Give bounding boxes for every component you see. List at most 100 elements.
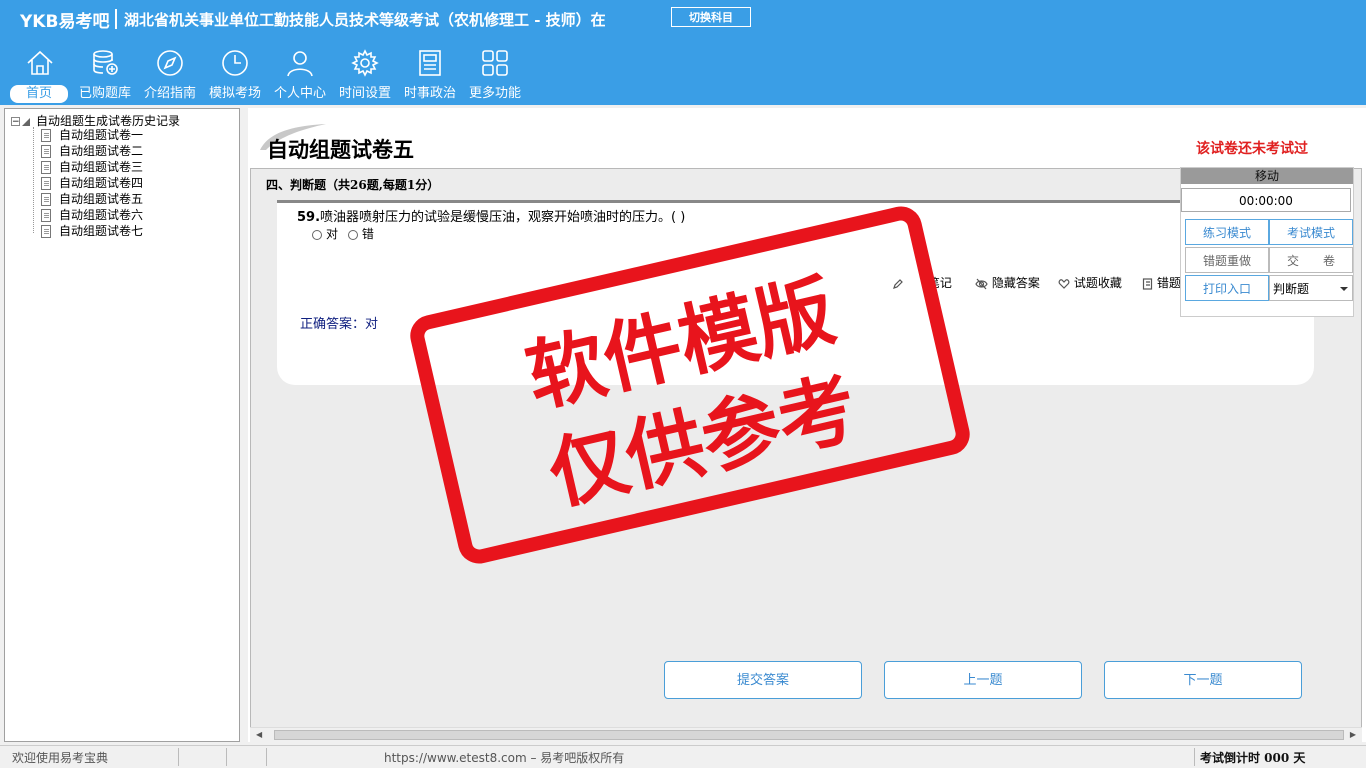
radio-true[interactable] bbox=[312, 229, 322, 240]
favorite-label: 试题收藏 bbox=[1073, 276, 1122, 290]
question-number: 59. bbox=[297, 210, 321, 225]
tree-item-paper-3[interactable]: 自动组题试卷三 bbox=[41, 159, 143, 175]
option-false-label: 错 bbox=[361, 227, 374, 241]
wrong-question-label: 错题 bbox=[1156, 276, 1181, 290]
answer-value: 对 bbox=[365, 317, 379, 332]
next-question-button[interactable]: 下一题 bbox=[1104, 661, 1302, 699]
status-divider bbox=[226, 748, 227, 766]
document-icon bbox=[41, 177, 51, 190]
collapse-icon[interactable]: − bbox=[11, 117, 20, 127]
nav-purchased-banks[interactable]: 已购题库 bbox=[73, 45, 137, 105]
correct-answer: 正确答案：对 bbox=[300, 313, 378, 332]
scroll-left-icon[interactable]: ◀ bbox=[256, 730, 262, 739]
app-title: 湖北省机关事业单位工勤技能人员技术等级考试（农机修理工 - 技师）在 bbox=[124, 11, 606, 29]
nav-mock-exam[interactable]: 模拟考场 bbox=[203, 45, 267, 105]
eye-off-icon bbox=[975, 278, 988, 289]
previous-question-button[interactable]: 上一题 bbox=[884, 661, 1082, 699]
tree-item-label: 自动组题试卷四 bbox=[59, 176, 144, 190]
nav-home-label: 首页 bbox=[10, 85, 68, 103]
status-divider bbox=[178, 748, 179, 766]
favorite-tool[interactable]: 试题收藏 bbox=[1058, 274, 1122, 291]
home-icon bbox=[27, 50, 53, 75]
document-icon bbox=[41, 145, 51, 158]
hide-answer-label: 隐藏答案 bbox=[991, 276, 1040, 290]
question-card bbox=[277, 200, 1314, 385]
document-icon bbox=[41, 161, 51, 174]
print-entry-button[interactable]: 打印入口 bbox=[1185, 275, 1269, 301]
user-icon bbox=[287, 51, 313, 77]
notebook-icon bbox=[1142, 277, 1153, 290]
horizontal-scrollbar[interactable]: ◀ ▶ bbox=[250, 727, 1362, 742]
radio-false[interactable] bbox=[347, 229, 358, 240]
document-edit-icon bbox=[41, 193, 51, 206]
tree-item-paper-4[interactable]: 自动组题试卷四 bbox=[41, 175, 143, 191]
exam-mode-button[interactable]: 考试模式 bbox=[1269, 219, 1353, 245]
logo-divider bbox=[115, 9, 117, 29]
history-tree: − 自动组题生成试卷历史记录 自动组题试卷一 自动组题试卷二 自动组题试卷三 自动… bbox=[4, 108, 240, 742]
nav-more[interactable]: 更多功能 bbox=[463, 45, 527, 105]
folder-triangle-icon bbox=[22, 117, 30, 126]
database-icon bbox=[93, 50, 118, 75]
switch-subject-button[interactable]: 切换科目 bbox=[671, 7, 751, 27]
answer-options: 对 错 bbox=[312, 225, 380, 242]
status-bar: 欢迎使用易考宝典 https://www.etest8.com – 易考吧版权所… bbox=[0, 745, 1366, 768]
practice-mode-button[interactable]: 练习模式 bbox=[1185, 219, 1269, 245]
option-false[interactable]: 错 bbox=[347, 227, 374, 241]
answer-label: 正确答案： bbox=[300, 317, 366, 332]
tree-item-label: 自动组题试卷三 bbox=[59, 160, 144, 174]
tree-item-paper-1[interactable]: 自动组题试卷一 bbox=[41, 127, 143, 143]
chevron-down-icon bbox=[1340, 287, 1348, 291]
nav-politics[interactable]: 时事政治 bbox=[398, 45, 462, 105]
nav-guide-label: 介绍指南 bbox=[143, 86, 196, 101]
document-icon bbox=[41, 225, 51, 238]
tree-children: 自动组题试卷一 自动组题试卷二 自动组题试卷三 自动组题试卷四 自动组题试卷五 … bbox=[41, 127, 143, 239]
pencil-icon bbox=[893, 278, 903, 289]
grid-icon bbox=[482, 50, 508, 76]
tree-item-paper-6[interactable]: 自动组题试卷六 bbox=[41, 207, 143, 223]
question-type-select[interactable]: 判断题 bbox=[1269, 275, 1353, 301]
nav-guide[interactable]: 介绍指南 bbox=[138, 45, 202, 105]
hide-answer-tool[interactable]: 隐藏答案 bbox=[975, 274, 1040, 291]
question-type-value: 判断题 bbox=[1273, 282, 1310, 296]
option-true[interactable]: 对 bbox=[312, 227, 338, 241]
question-body: 喷油器喷射压力的试验是缓慢压油，观察开始喷油时的压力。( ) bbox=[320, 210, 686, 225]
exam-countdown: 考试倒计时 000 天 bbox=[1200, 751, 1306, 765]
app-header: YKB易考吧 湖北省机关事业单位工勤技能人员技术等级考试（农机修理工 - 技师）… bbox=[0, 0, 1366, 105]
exam-status: 该试卷还未考试过 bbox=[1196, 141, 1308, 157]
paper-title: 自动组题试卷五 bbox=[267, 137, 414, 162]
app-logo: YKB易考吧 bbox=[20, 12, 110, 32]
redo-wrong-button[interactable]: 错题重做 bbox=[1185, 247, 1269, 273]
nav-purchased-label: 已购题库 bbox=[78, 86, 131, 101]
option-true-label: 对 bbox=[326, 227, 339, 241]
nav-time-settings[interactable]: 时间设置 bbox=[333, 45, 397, 105]
copyright-text: https://www.etest8.com – 易考吧版权所有 bbox=[384, 751, 625, 765]
clock-icon bbox=[222, 50, 248, 76]
tree-item-paper-2[interactable]: 自动组题试卷二 bbox=[41, 143, 143, 159]
scroll-right-icon[interactable]: ▶ bbox=[1350, 730, 1356, 739]
exam-timer: 00:00:00 bbox=[1181, 188, 1351, 212]
submit-answer-button[interactable]: 提交答案 bbox=[664, 661, 862, 699]
document-icon bbox=[41, 129, 51, 142]
status-divider bbox=[266, 748, 267, 766]
note-label: 笔记 bbox=[927, 276, 952, 290]
nav-mock-label: 模拟考场 bbox=[208, 86, 261, 101]
nav-personal[interactable]: 个人中心 bbox=[268, 45, 332, 105]
tree-item-paper-7[interactable]: 自动组题试卷七 bbox=[41, 223, 143, 239]
scroll-thumb[interactable] bbox=[274, 730, 1344, 740]
tree-item-label: 自动组题试卷六 bbox=[59, 208, 144, 222]
tree-item-paper-5[interactable]: 自动组题试卷五 bbox=[41, 191, 143, 207]
heart-icon bbox=[1058, 278, 1070, 289]
tree-item-label: 自动组题试卷二 bbox=[59, 144, 144, 158]
nav-more-label: 更多功能 bbox=[468, 86, 521, 101]
nav-home[interactable]: 首页 bbox=[8, 45, 72, 105]
wrong-question-tool[interactable]: 错题 bbox=[1142, 274, 1181, 291]
tree-root-label: 自动组题生成试卷历史记录 bbox=[36, 114, 181, 128]
hand-in-button[interactable]: 交 卷 bbox=[1269, 247, 1353, 273]
newspaper-icon bbox=[419, 50, 441, 76]
note-tool[interactable]: 笔记 bbox=[892, 274, 952, 291]
welcome-text: 欢迎使用易考宝典 bbox=[12, 751, 109, 765]
question-text: 59.喷油器喷射压力的试验是缓慢压油，观察开始喷油时的压力。( ) bbox=[297, 206, 685, 225]
document-icon bbox=[41, 209, 51, 222]
status-divider bbox=[1194, 748, 1195, 766]
move-handle[interactable]: 移动 bbox=[1181, 168, 1353, 184]
